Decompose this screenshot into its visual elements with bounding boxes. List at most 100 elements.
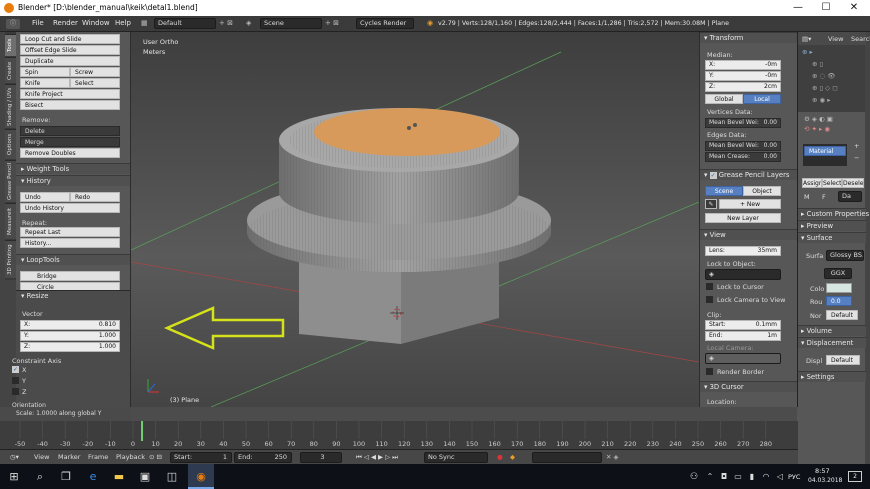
timeline-frame-menu[interactable]: Frame <box>88 453 108 461</box>
app-icon[interactable]: ◫ <box>164 469 180 485</box>
gp-new-button[interactable]: + New <box>719 199 781 209</box>
tab-options[interactable]: Options <box>5 129 16 159</box>
start-icon[interactable]: ⊞ <box>6 469 22 485</box>
mean-bevel-vertex-field[interactable]: Mean Bevel Wei: 0.00 <box>705 118 781 128</box>
view-panel[interactable]: ▾ View <box>700 229 797 240</box>
people-icon[interactable]: ⚇ <box>686 469 702 485</box>
settings-panel[interactable]: ▸ Settings <box>798 371 866 382</box>
properties-tab-icons[interactable]: ⚙ ◈ ◐ ▣ <box>804 115 833 123</box>
menu-render[interactable]: Render <box>53 19 78 27</box>
median-x-field[interactable]: X: -0m <box>705 60 781 70</box>
object-tab-icons[interactable]: ⟲ ✦ ▸ ◉ <box>804 125 830 133</box>
timeline-playback-menu[interactable]: Playback <box>116 453 145 461</box>
preview-range-icon[interactable]: ⊙ ⊟ <box>149 453 162 461</box>
3d-viewport[interactable]: User Ortho Meters (3) Plane <box>131 32 699 407</box>
normal-field[interactable]: Default <box>826 310 858 320</box>
gp-layers-checkbox[interactable]: ✓ <box>709 172 717 179</box>
loop-cut-button[interactable]: Loop Cut and Slide <box>20 34 120 44</box>
outliner-row-icon[interactable]: ⊕ ▯ ◇ ◻ <box>812 84 838 92</box>
layout-add-icon[interactable]: + ⊠ <box>219 19 233 27</box>
global-toggle[interactable]: Global <box>705 94 743 104</box>
redo-button[interactable]: Redo <box>70 192 120 202</box>
menu-help[interactable]: Help <box>115 19 131 27</box>
history-button[interactable]: History... <box>20 238 120 248</box>
timeline[interactable]: -50 -40 -30 -20 -10 0 10 20 30 40 50 60 70 80 90 100 110… <box>0 421 798 449</box>
local-toggle[interactable]: Local <box>743 94 781 104</box>
outliner-row-icon[interactable]: ⊕ ▯ <box>812 60 823 68</box>
bisect-button[interactable]: Bisect <box>20 100 120 110</box>
resize-y-field[interactable]: Y: 1.000 <box>20 331 120 341</box>
timeline-marker-menu[interactable]: Marker <box>58 453 80 461</box>
scene-selector[interactable]: Scene <box>260 18 322 29</box>
mean-crease-field[interactable]: Mean Crease: 0.00 <box>705 152 781 162</box>
layout-icon[interactable]: ▦ <box>141 19 148 27</box>
keying-icon[interactable]: ◆ <box>510 453 515 461</box>
close-button[interactable]: ✕ <box>840 1 868 15</box>
gp-scene-toggle[interactable]: Scene <box>705 186 743 196</box>
knife-button[interactable]: Knife <box>20 78 70 88</box>
keyframe-icons[interactable]: ✕ ◈ <box>606 453 619 461</box>
tab-grease-pencil[interactable]: Grease Pencil <box>5 160 16 202</box>
weight-tools-panel[interactable]: ▸ Weight Tools <box>16 163 130 174</box>
repeat-last-button[interactable]: Repeat Last <box>20 227 120 237</box>
new-layer-button[interactable]: New Layer <box>705 213 781 223</box>
info-editor-icon[interactable]: ⓘ <box>6 19 20 29</box>
grease-pencil-layers-panel[interactable]: ▾ ✓ Grease Pencil Layers <box>700 169 797 180</box>
deselect-button[interactable]: Desele <box>842 178 864 188</box>
language-indicator[interactable]: РУС <box>788 473 800 481</box>
data-selector[interactable]: Da <box>838 191 862 202</box>
end-frame-field[interactable]: End: 250 <box>234 452 292 463</box>
resize-z-field[interactable]: Z: 1.000 <box>20 342 120 352</box>
lock-cursor-checkbox[interactable] <box>706 283 713 290</box>
record-icon[interactable]: ● <box>497 453 503 461</box>
sync-selector[interactable]: No Sync <box>424 452 488 463</box>
offset-edge-button[interactable]: Offset Edge Slide <box>20 45 120 55</box>
constraint-x-checkbox[interactable]: ✓ <box>12 366 19 373</box>
explorer-icon[interactable]: ▬ <box>111 469 127 485</box>
tab-3d-printing[interactable]: 3D Printing <box>5 240 16 278</box>
transform-panel[interactable]: ▾ Transform <box>700 32 797 43</box>
maximize-button[interactable]: ☐ <box>812 1 840 15</box>
displacement-panel[interactable]: ▾ Displacement <box>798 337 866 348</box>
resize-panel[interactable]: ▾ Resize <box>16 291 130 302</box>
clock-time[interactable]: 8:57 <box>815 467 830 475</box>
timeline-ticks[interactable]: -50 -40 -30 -20 -10 0 10 20 30 40 50 60 70 80 90 100 110… <box>0 421 798 449</box>
render-border-checkbox[interactable] <box>706 368 713 375</box>
clip-end-field[interactable]: End: 1m <box>705 331 781 341</box>
edge-icon[interactable]: e <box>85 469 101 485</box>
outliner-editor-icon[interactable]: ▤▾ <box>802 35 811 43</box>
delete-menu[interactable]: Delete <box>20 126 120 136</box>
undo-history-button[interactable]: Undo History <box>20 203 120 213</box>
tab-create[interactable]: Create <box>5 57 16 83</box>
screw-button[interactable]: Screw <box>70 67 120 77</box>
outliner-row-icon[interactable]: ⊕ ◌ 👁 <box>812 72 836 80</box>
pencil-icon[interactable]: ✎ <box>705 199 717 209</box>
bridge-button[interactable]: Bridge <box>20 271 120 281</box>
resize-x-field[interactable]: X: 0.810 <box>20 320 120 330</box>
blender-icon[interactable]: ◉ <box>193 469 209 485</box>
spin-button[interactable]: Spin <box>20 67 70 77</box>
tab-shading-uvs[interactable]: Shading / UVs <box>5 84 16 128</box>
outliner-view-menu[interactable]: View <box>828 35 843 43</box>
viewport-scene[interactable] <box>131 32 699 407</box>
preview-panel[interactable]: ▸ Preview <box>798 220 866 231</box>
scene-add-icon[interactable]: + ⊠ <box>325 19 339 27</box>
outliner-search-menu[interactable]: Search <box>851 35 870 43</box>
keying-set-field[interactable] <box>532 452 602 463</box>
outliner-tree-icon[interactable]: ⊕ ▸ <box>802 48 813 56</box>
constraint-z-checkbox[interactable] <box>12 388 19 395</box>
clip-start-field[interactable]: Start: 0.1mm <box>705 320 781 330</box>
roughness-field[interactable]: 0.0 <box>826 296 852 306</box>
median-z-field[interactable]: Z: 2cm <box>705 82 781 92</box>
tab-measureit[interactable]: Measureit <box>5 203 16 239</box>
menu-window[interactable]: Window <box>82 19 110 27</box>
minimize-button[interactable]: — <box>784 1 812 15</box>
outliner-row-icon[interactable]: ⊕ ◉ ▸ <box>812 96 831 104</box>
playback-controls-icon[interactable]: ⏮ ◁ ◀ ▶ ▷ ⏭ <box>356 453 398 462</box>
timeline-view-menu[interactable]: View <box>34 453 49 461</box>
add-slot-icon[interactable]: + <box>854 142 859 150</box>
search-icon[interactable]: ⌕ <box>32 469 48 485</box>
constraint-y-checkbox[interactable] <box>12 377 19 384</box>
clock-date[interactable]: 04.03.2018 <box>808 477 842 484</box>
surface-panel[interactable]: ▾ Surface <box>798 232 866 243</box>
